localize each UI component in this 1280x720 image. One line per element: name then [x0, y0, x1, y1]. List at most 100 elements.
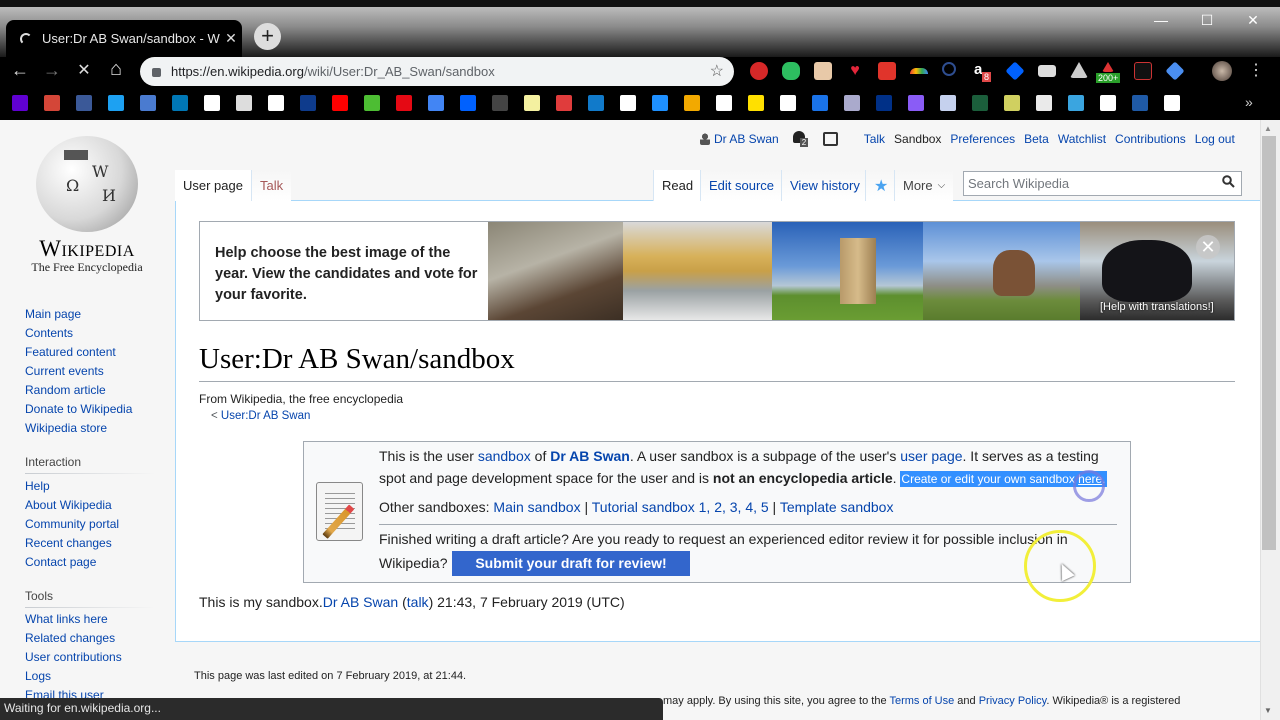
bookmark-p-icon[interactable]: [524, 95, 540, 111]
personal-sandbox-link[interactable]: Sandbox: [894, 132, 941, 146]
profile-avatar[interactable]: [1212, 61, 1232, 81]
sidebar-item-help[interactable]: Help: [25, 479, 50, 493]
bookmark-facebook-icon[interactable]: [76, 95, 92, 111]
bookmark-x-icon[interactable]: [1100, 95, 1116, 111]
bookmark-h-icon[interactable]: [236, 95, 252, 111]
bookmark-dots-icon[interactable]: [492, 95, 508, 111]
sidebar-item-logs[interactable]: Logs: [25, 669, 51, 683]
notice-user-link[interactable]: Dr AB Swan: [550, 448, 630, 464]
more-menu[interactable]: More ⌵: [894, 170, 954, 201]
notifications-bell-icon[interactable]: 2: [792, 131, 809, 147]
bookmark-honda-icon[interactable]: [940, 95, 956, 111]
bookmark-chase-icon[interactable]: [588, 95, 604, 111]
bookmark-google-icon[interactable]: [428, 95, 444, 111]
tutorial-sandbox-links[interactable]: Tutorial sandbox 1, 2, 3, 4, 5: [592, 499, 769, 515]
breadcrumb-user-link[interactable]: User:Dr AB Swan: [221, 410, 310, 422]
magic-wand-extension-icon[interactable]: [878, 62, 896, 80]
sandbox-link[interactable]: sandbox: [478, 448, 531, 464]
bookmark-doc-icon[interactable]: [716, 95, 732, 111]
sidebar-item-about[interactable]: About Wikipedia: [25, 498, 112, 512]
bookmark-doc-icon[interactable]: [1164, 95, 1180, 111]
sidebar-item-wikipedia-store[interactable]: Wikipedia store: [25, 421, 107, 435]
sidebar-item-recent-changes[interactable]: Recent changes: [25, 536, 112, 550]
tab-edit-source[interactable]: Edit source: [700, 170, 783, 201]
google-drive-extension-icon[interactable]: [1070, 62, 1088, 78]
banner-image-golden-temple[interactable]: [623, 222, 772, 320]
bookmark-houzz-icon[interactable]: [364, 95, 380, 111]
main-sandbox-link[interactable]: Main sandbox: [493, 499, 580, 515]
bookmark-fan-icon[interactable]: [1036, 95, 1052, 111]
search-input[interactable]: Search Wikipedia: [963, 171, 1242, 196]
notices-tray-icon[interactable]: [822, 132, 838, 146]
bookmark-youtube-icon[interactable]: [332, 95, 348, 111]
bookmark-a-icon[interactable]: [204, 95, 220, 111]
banner-image-turtles[interactable]: [488, 222, 623, 320]
bookmarks-overflow-button[interactable]: »: [1245, 94, 1253, 110]
stop-button[interactable]: ✕: [72, 60, 96, 80]
bookmark-gmail-icon[interactable]: [44, 95, 60, 111]
user-link[interactable]: Dr AB Swan: [700, 132, 779, 146]
personal-preferences-link[interactable]: Preferences: [950, 132, 1015, 146]
minimize-button[interactable]: —: [1146, 12, 1176, 28]
watch-star-icon[interactable]: ★: [865, 170, 897, 201]
sidebar-item-contact-page[interactable]: Contact page: [25, 555, 96, 569]
banner-close-button[interactable]: ✕: [1196, 235, 1220, 259]
privacy-policy-link[interactable]: Privacy Policy: [979, 695, 1047, 707]
personal-watchlist-link[interactable]: Watchlist: [1058, 132, 1106, 146]
bookmark-g-icon[interactable]: [812, 95, 828, 111]
user-page-link[interactable]: user page: [900, 448, 962, 464]
maximize-button[interactable]: ☐: [1192, 12, 1222, 29]
bookmark-q-icon[interactable]: [556, 95, 572, 111]
bookmark-wikipedia-icon[interactable]: [268, 95, 284, 111]
browser-menu-icon[interactable]: ⋮: [1248, 60, 1264, 80]
home-button[interactable]: ⌂: [104, 58, 128, 81]
bookmark-twitter-icon[interactable]: [108, 95, 124, 111]
bookmark-blue-icon[interactable]: [652, 95, 668, 111]
sidebar-item-contents[interactable]: Contents: [25, 326, 73, 340]
sidebar-item-current-events[interactable]: Current events: [25, 364, 104, 378]
wikipedia-globe-logo[interactable]: Ω W И: [36, 136, 138, 232]
bookmark-yahoo-icon[interactable]: [12, 95, 28, 111]
sidebar-item-main-page[interactable]: Main page: [25, 307, 81, 321]
personal-beta-link[interactable]: Beta: [1024, 132, 1049, 146]
signature-talk-link[interactable]: talk: [407, 594, 429, 610]
tab-user-page[interactable]: User page: [175, 170, 251, 201]
bookmark-dropbox-icon[interactable]: [460, 95, 476, 111]
sidebar-item-related-changes[interactable]: Related changes: [25, 631, 115, 645]
bookmark-verizon-icon[interactable]: [780, 95, 796, 111]
sidebar-item-user-contributions[interactable]: User contributions: [25, 650, 122, 664]
banner-image-horses[interactable]: [923, 222, 1080, 320]
sidebar-item-community-portal[interactable]: Community portal: [25, 517, 119, 531]
rainbow-extension-icon[interactable]: [910, 68, 928, 74]
tab-close-icon[interactable]: ✕: [220, 30, 242, 47]
tab-read[interactable]: Read: [653, 170, 702, 201]
bookmark-netflix-icon[interactable]: [396, 95, 412, 111]
back-button[interactable]: ←: [8, 60, 32, 81]
bookmark-liberty-icon[interactable]: [844, 95, 860, 111]
scroll-down-arrow-icon[interactable]: ▼: [1264, 706, 1272, 715]
scrollbar-thumb[interactable]: [1262, 136, 1276, 550]
search-zoom-extension-icon[interactable]: [942, 62, 956, 76]
bookmark-c-icon[interactable]: [972, 95, 988, 111]
forward-button[interactable]: →: [40, 60, 64, 81]
bookmark-best-buy-icon[interactable]: [748, 95, 764, 111]
bookmark-citi-icon[interactable]: [620, 95, 636, 111]
personal-talk-link[interactable]: Talk: [864, 132, 885, 146]
bookmark-star-icon[interactable]: ☆: [710, 61, 724, 81]
bookmark-brain-icon[interactable]: [140, 95, 156, 111]
bookmark-star-icon[interactable]: [1068, 95, 1084, 111]
terms-of-use-link[interactable]: Terms of Use: [889, 695, 954, 707]
sidebar-item-donate[interactable]: Donate to Wikipedia: [25, 402, 132, 416]
bookmark-charts-icon[interactable]: [684, 95, 700, 111]
bookmark-the-weather-channel-icon[interactable]: [300, 95, 316, 111]
sidebar-item-random-article[interactable]: Random article: [25, 383, 106, 397]
signature-user-link[interactable]: Dr AB Swan: [323, 594, 398, 610]
tab-talk[interactable]: Talk: [251, 170, 292, 201]
personal-contributions-link[interactable]: Contributions: [1115, 132, 1186, 146]
sidebar-item-featured-content[interactable]: Featured content: [25, 345, 116, 359]
bookmark-n-icon[interactable]: [1004, 95, 1020, 111]
close-window-button[interactable]: ✕: [1238, 12, 1268, 29]
browser-tab[interactable]: User:Dr AB Swan/sandbox - Wiki ✕: [6, 20, 242, 57]
pdf-extension-icon[interactable]: [1134, 62, 1152, 80]
submit-draft-button[interactable]: Submit your draft for review!: [452, 551, 690, 576]
